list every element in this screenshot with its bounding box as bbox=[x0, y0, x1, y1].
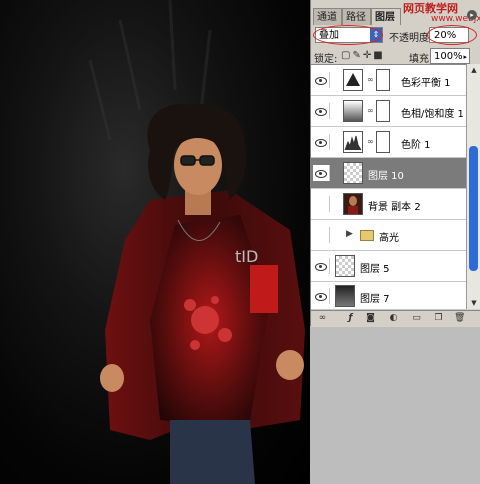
layer-name: 背景 副本 2 bbox=[368, 202, 421, 213]
chain-link-icon[interactable]: ∞ bbox=[367, 75, 374, 85]
layers-list: ∞ 色彩平衡 1 ∞ 色相/饱和度 1 ∞ 色阶 1 图层 10 背景 副本 2… bbox=[311, 64, 466, 310]
lock-image-icon[interactable]: ✎ bbox=[352, 50, 362, 61]
layer-name: 图层 5 bbox=[360, 264, 390, 275]
link-layers-icon[interactable]: ∞ bbox=[317, 313, 328, 324]
layer-row-selected[interactable]: 图层 10 bbox=[311, 158, 466, 189]
layer-mask-thumb[interactable] bbox=[376, 100, 390, 122]
layer-row[interactable]: 背景 副本 2 bbox=[311, 189, 466, 220]
visibility-eye-empty[interactable] bbox=[313, 227, 330, 243]
layer-mask-thumb[interactable] bbox=[376, 69, 390, 91]
tab-paths[interactable]: 路径 bbox=[342, 8, 371, 25]
visibility-eye-icon[interactable] bbox=[313, 165, 330, 181]
canvas-photo: tID bbox=[0, 0, 310, 484]
color-balance-icon bbox=[343, 69, 363, 91]
layer-thumbnail bbox=[335, 255, 355, 277]
lock-all-icon[interactable]: ■ bbox=[373, 50, 384, 61]
layer-style-icon[interactable]: ƒ bbox=[345, 313, 356, 324]
layers-scrollbar[interactable]: ▲ ▼ bbox=[466, 64, 480, 309]
layers-panel: 通道 路径 图层 网页教学网 www.webjx.com ▸ 叠加 ⇕ 不透明度… bbox=[310, 0, 480, 327]
layer-mask-thumb[interactable] bbox=[376, 131, 390, 153]
levels-icon bbox=[343, 131, 363, 153]
layer-name: 图层 10 bbox=[368, 171, 404, 182]
chain-link-icon[interactable]: ∞ bbox=[367, 106, 374, 116]
layer-thumbnail bbox=[343, 162, 363, 184]
fill-arrow-icon[interactable]: ▸ bbox=[463, 49, 467, 65]
new-layer-icon[interactable]: ❐ bbox=[433, 313, 444, 324]
visibility-eye-empty[interactable] bbox=[313, 196, 330, 212]
lock-label: 锁定: bbox=[314, 54, 338, 65]
fill-value: 100% bbox=[434, 51, 463, 62]
scroll-down-icon[interactable]: ▼ bbox=[467, 297, 480, 309]
new-group-icon[interactable]: ▭ bbox=[411, 313, 422, 324]
layer-row[interactable]: ∞ 色彩平衡 1 bbox=[311, 65, 466, 96]
layer-row[interactable]: ∞ 色相/饱和度 1 bbox=[311, 96, 466, 127]
svg-text:tID: tID bbox=[235, 247, 258, 266]
lock-icons: ▢✎✛■ bbox=[341, 50, 385, 61]
layer-name: 高光 bbox=[379, 233, 399, 244]
blend-opacity-row: 叠加 ⇕ 不透明度: 20% bbox=[311, 25, 480, 46]
delete-layer-icon[interactable]: 🗑 bbox=[454, 313, 465, 324]
scroll-thumb[interactable] bbox=[469, 146, 478, 271]
workspace-background bbox=[310, 325, 480, 484]
panel-menu-icon[interactable]: ▸ bbox=[467, 10, 477, 20]
layer-thumbnail bbox=[335, 285, 355, 307]
visibility-eye-icon[interactable] bbox=[313, 258, 330, 274]
tab-layers[interactable]: 图层 bbox=[371, 8, 401, 25]
opacity-label: 不透明度: bbox=[389, 33, 433, 44]
layers-bottom-toolbar: ∞ ƒ ◙ ◐ ▭ ❐ 🗑 bbox=[311, 310, 480, 327]
adjustment-layer-icon[interactable]: ◐ bbox=[388, 313, 399, 324]
layer-row[interactable]: ∞ 色阶 1 bbox=[311, 127, 466, 158]
expand-triangle-icon[interactable]: ▶ bbox=[346, 229, 353, 239]
visibility-eye-icon[interactable] bbox=[313, 72, 330, 88]
scroll-up-icon[interactable]: ▲ bbox=[467, 64, 480, 76]
layer-group-row[interactable]: ▶ 高光 bbox=[311, 220, 466, 251]
lock-transparent-icon[interactable]: ▢ bbox=[341, 50, 352, 61]
layer-name: 色相/饱和度 1 bbox=[401, 109, 464, 120]
visibility-eye-icon[interactable] bbox=[313, 288, 330, 304]
fill-field[interactable]: 100% ▸ bbox=[430, 48, 470, 64]
folder-icon bbox=[360, 230, 374, 241]
layer-thumbnail bbox=[343, 193, 363, 215]
layer-name: 色阶 1 bbox=[401, 140, 431, 151]
photo-illustration: tID bbox=[88, 0, 305, 484]
layer-name: 图层 7 bbox=[360, 294, 390, 305]
add-mask-icon[interactable]: ◙ bbox=[365, 313, 376, 324]
layer-row[interactable]: 图层 5 bbox=[311, 251, 466, 282]
chain-link-icon[interactable]: ∞ bbox=[367, 137, 374, 147]
visibility-eye-icon[interactable] bbox=[313, 103, 330, 119]
lock-position-icon[interactable]: ✛ bbox=[363, 50, 373, 61]
hue-saturation-icon bbox=[343, 100, 363, 122]
fill-label: 填充: bbox=[409, 54, 433, 65]
layer-row[interactable]: 图层 7 bbox=[311, 282, 466, 310]
tab-channels[interactable]: 通道 bbox=[313, 8, 342, 25]
highlight-circle-blend bbox=[313, 25, 383, 45]
layer-name: 色彩平衡 1 bbox=[401, 78, 451, 89]
highlight-circle-opacity bbox=[427, 25, 477, 45]
visibility-eye-icon[interactable] bbox=[313, 134, 330, 150]
